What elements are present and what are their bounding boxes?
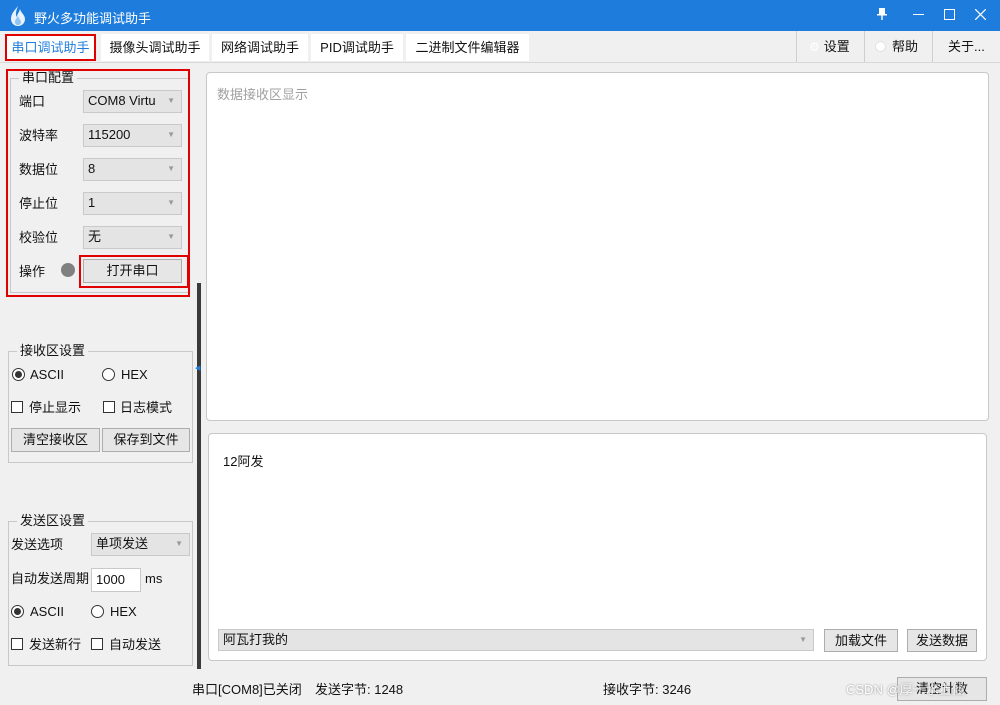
send-hex-radio[interactable] [91,605,104,618]
send-hex-label: HEX [110,604,137,619]
auto-period-value: 1000 [96,572,125,587]
watermark: CSDN @厚一水上仙 [846,682,965,697]
send-newline-label: 发送新行 [29,637,82,652]
send-ascii-radio[interactable] [11,605,24,618]
receive-ascii-label: ASCII [30,367,64,382]
log-mode-checkbox[interactable] [103,401,115,413]
sent-bytes: 发送字节: 1248 [315,682,404,697]
maximize-icon[interactable] [937,4,961,26]
send-settings-title: 发送区设置 [17,513,89,529]
flame-icon [11,6,25,26]
minimize-icon[interactable] [906,4,930,26]
period-unit-label: ms [145,571,163,586]
send-option-value: 单项发送 [96,536,149,551]
splitter-handle[interactable] [197,283,201,669]
stop-display-checkbox[interactable] [11,401,23,413]
window-title: 野火多功能调试助手 [34,11,152,26]
close-icon[interactable] [968,4,992,26]
tab-pid-assistant[interactable]: PID调试助手 [311,34,403,61]
help-label: 帮助 [892,39,919,54]
receive-hex-radio[interactable] [102,368,115,381]
auto-send-checkbox[interactable] [91,638,103,650]
title-bar: 野火多功能调试助手 [0,0,1000,31]
send-history-value: 阿瓦打我的 [223,632,289,647]
dropdown-arrow-icon: ▼ [175,539,183,548]
auto-period-label: 自动发送周期 [11,571,90,586]
pin-icon[interactable] [870,4,894,26]
send-history-select[interactable]: 阿瓦打我的 ▼ [218,629,814,651]
load-file-button[interactable]: 加载文件 [824,629,898,652]
clear-receive-button[interactable]: 清空接收区 [11,428,100,452]
stop-display-label: 停止显示 [29,400,82,415]
log-mode-label: 日志模式 [120,400,173,415]
help-icon [875,41,886,52]
receive-area[interactable]: 数据接收区显示 [206,72,989,421]
about-tab[interactable]: 关于... [932,31,1000,62]
send-data-button[interactable]: 发送数据 [907,629,977,652]
auto-send-label: 自动发送 [109,637,162,652]
tab-camera-assistant[interactable]: 摄像头调试助手 [101,34,209,61]
help-tab[interactable]: 帮助 [864,31,932,62]
save-to-file-button[interactable]: 保存到文件 [102,428,190,452]
send-text: 12阿发 [223,454,264,469]
settings-tab[interactable]: ⚙ 设置 [796,31,864,62]
gear-icon: ⚙ [809,40,820,54]
highlight-open-button [79,255,189,288]
port-status-text: 串口[COM8]已关闭 [192,682,302,697]
settings-label: 设置 [823,39,850,54]
receive-hex-label: HEX [121,367,148,382]
tab-binary-editor[interactable]: 二进制文件编辑器 [406,34,529,61]
send-area[interactable]: 12阿发 阿瓦打我的 ▼ 加载文件 发送数据 [208,433,987,661]
tab-bar: 串口调试助手 摄像头调试助手 网络调试助手 PID调试助手 二进制文件编辑器 ⚙… [0,31,1000,63]
about-label: 关于... [948,39,985,54]
send-ascii-label: ASCII [30,604,64,619]
receive-settings-title: 接收区设置 [17,343,89,359]
send-option-label: 发送选项 [11,537,64,552]
collapse-arrow-icon[interactable]: ◀ [195,364,200,372]
receive-placeholder: 数据接收区显示 [217,87,309,102]
send-option-select[interactable]: 单项发送 ▼ [91,533,190,556]
send-newline-checkbox[interactable] [11,638,23,650]
dropdown-arrow-icon: ▼ [799,635,807,644]
tab-serial-assistant[interactable]: 串口调试助手 [5,34,96,61]
auto-period-input[interactable]: 1000 [91,568,141,592]
receive-ascii-radio[interactable] [12,368,25,381]
received-bytes: 接收字节: 3246 [603,682,692,697]
tab-network-assistant[interactable]: 网络调试助手 [212,34,308,61]
